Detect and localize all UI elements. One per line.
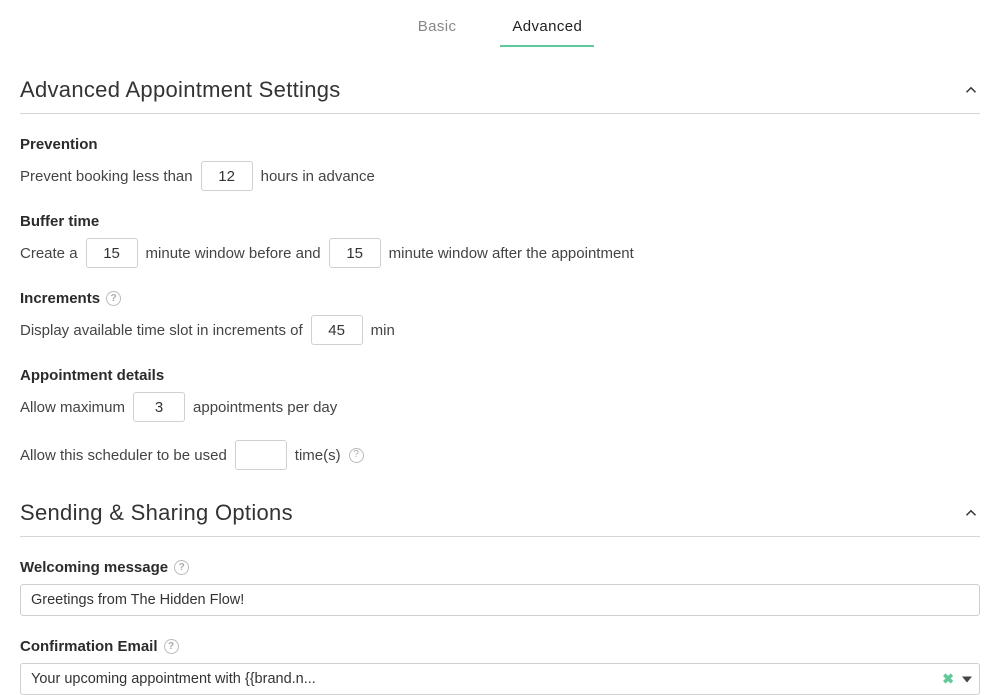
- scheduler-times-before: Allow this scheduler to be used: [20, 445, 227, 466]
- section-advanced-appointment-title: Advanced Appointment Settings: [20, 77, 341, 103]
- confirmation-email-value: Your upcoming appointment with {{brand.n…: [31, 671, 316, 687]
- prevention-label: Prevention: [20, 136, 980, 153]
- chevron-up-icon[interactable]: [962, 81, 980, 99]
- buffer-text-1: Create a: [20, 243, 78, 264]
- field-welcoming-message: Welcoming message ?: [20, 559, 980, 616]
- clear-icon[interactable]: ✖: [942, 671, 954, 688]
- section-sending-sharing-header[interactable]: Sending & Sharing Options: [20, 486, 980, 537]
- field-appointment-details: Appointment details Allow maximum appoin…: [20, 367, 980, 470]
- help-icon[interactable]: ?: [164, 639, 179, 654]
- appointment-details-label: Appointment details: [20, 367, 980, 384]
- help-icon[interactable]: ?: [349, 448, 364, 463]
- max-appointments-before: Allow maximum: [20, 397, 125, 418]
- prevention-text-after: hours in advance: [261, 166, 375, 187]
- section-advanced-appointment-header[interactable]: Advanced Appointment Settings: [20, 63, 980, 114]
- caret-down-icon[interactable]: [962, 676, 972, 682]
- max-appointments-input[interactable]: [133, 392, 185, 422]
- settings-tabs: Basic Advanced: [20, 0, 980, 47]
- confirmation-email-select[interactable]: Your upcoming appointment with {{brand.n…: [20, 663, 980, 695]
- max-appointments-after: appointments per day: [193, 397, 337, 418]
- increments-label: Increments: [20, 290, 100, 307]
- welcoming-message-input[interactable]: [20, 584, 980, 616]
- buffer-before-input[interactable]: [86, 238, 138, 268]
- confirmation-email-label: Confirmation Email: [20, 638, 158, 655]
- help-icon[interactable]: ?: [174, 560, 189, 575]
- tab-basic[interactable]: Basic: [406, 12, 469, 47]
- field-buffer-time: Buffer time Create a minute window befor…: [20, 213, 980, 268]
- increments-unit: min: [371, 320, 395, 341]
- chevron-up-icon[interactable]: [962, 504, 980, 522]
- increments-text-before: Display available time slot in increment…: [20, 320, 303, 341]
- prevention-text-before: Prevent booking less than: [20, 166, 193, 187]
- section-sending-sharing-title: Sending & Sharing Options: [20, 500, 293, 526]
- welcoming-message-label: Welcoming message: [20, 559, 168, 576]
- help-icon[interactable]: ?: [106, 291, 121, 306]
- scheduler-times-input[interactable]: [235, 440, 287, 470]
- prevention-hours-input[interactable]: [201, 161, 253, 191]
- buffer-text-2: minute window before and: [146, 243, 321, 264]
- tab-advanced[interactable]: Advanced: [500, 12, 594, 47]
- buffer-text-3: minute window after the appointment: [389, 243, 634, 264]
- field-confirmation-email: Confirmation Email ? Your upcoming appoi…: [20, 638, 980, 695]
- buffer-time-label: Buffer time: [20, 213, 980, 230]
- field-increments: Increments ? Display available time slot…: [20, 290, 980, 345]
- scheduler-times-after: time(s): [295, 445, 341, 466]
- field-prevention: Prevention Prevent booking less than hou…: [20, 136, 980, 191]
- buffer-after-input[interactable]: [329, 238, 381, 268]
- increments-minutes-input[interactable]: [311, 315, 363, 345]
